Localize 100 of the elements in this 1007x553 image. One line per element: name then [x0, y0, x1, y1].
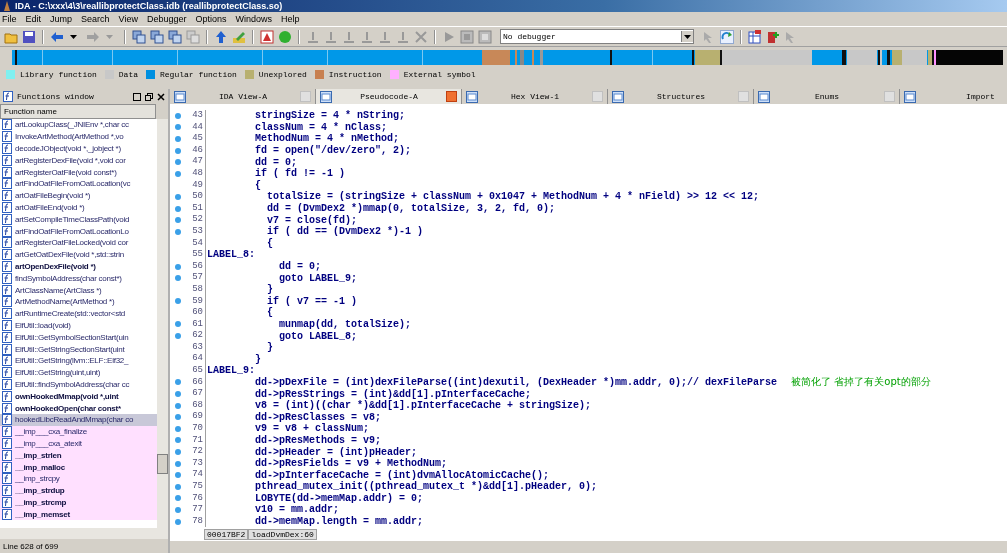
function-row[interactable]: __imp_malloc: [0, 461, 157, 473]
code-line: dd->pDexFile = (int)dexFileParse((int)dexutil, (DexHeader *)mm.addr, 0);// dexFileParse: [254, 376, 778, 388]
code-line: if ( v7 == -1 ): [266, 295, 358, 307]
function-row[interactable]: artOpenDexFile(void *): [0, 260, 157, 273]
function-row[interactable]: InvokeArtMethod(ArtMethod *,vo: [0, 130, 157, 143]
vertical-scrollbar[interactable]: [157, 119, 168, 528]
code-line: v9 = v8 + classNum;: [254, 423, 370, 435]
close-tab-button[interactable]: [446, 91, 457, 102]
menu-item[interactable]: Search: [81, 14, 110, 24]
function-row[interactable]: __imp_memset: [0, 508, 157, 521]
function-row[interactable]: artRegisterOatFile(void const*): [0, 166, 157, 178]
windows-icon[interactable]: [168, 29, 182, 44]
step-icon[interactable]: [324, 29, 338, 44]
function-row[interactable]: artOatFileEnd(void *): [0, 201, 157, 214]
function-row[interactable]: ArtMethodName(ArtMethod *): [0, 295, 157, 308]
function-name: artOatFileEnd(void *): [15, 202, 85, 212]
function-row[interactable]: ownHookedMmap(void *,uint: [0, 390, 157, 403]
function-row[interactable]: artRegisterOatFileLocked(void cor: [0, 236, 157, 249]
legend-label: Unexplored: [258, 70, 307, 79]
close-icon[interactable]: [157, 92, 165, 101]
close-tab-button[interactable]: [592, 91, 603, 102]
windows-icon[interactable]: [186, 29, 200, 44]
function-row[interactable]: ElfUtil::GetString(llvm::ELF::Elf32_: [0, 354, 157, 367]
function-name: artRegisterOatFile(void const*): [15, 167, 117, 177]
function-name: ownHookedMmap(void *,uint: [15, 391, 119, 401]
code-line: dd = 0;: [254, 156, 297, 168]
plus-icon[interactable]: [766, 29, 780, 44]
menu-item[interactable]: Windows: [235, 14, 272, 24]
function-row[interactable]: ElfUtil::load(void): [0, 319, 157, 332]
legend-label: Data: [118, 70, 138, 79]
function-name: findSymbolAddress(char const*): [15, 273, 122, 283]
window-title: IDA - C:\xxx\4\3\reallibprotectClass.idb (reallibprotectClass.so): [15, 1, 283, 11]
menu-item[interactable]: Edit: [25, 14, 42, 24]
windows-icon[interactable]: [132, 29, 146, 44]
function-name: __imp___cxa_atexit: [15, 438, 82, 448]
step-icon[interactable]: [306, 29, 320, 44]
column-header[interactable]: Function name: [0, 104, 156, 119]
navigation-band-drawing[interactable]: [12, 50, 1003, 65]
debugger-dropdown[interactable]: No debugger: [500, 29, 694, 44]
menu-item[interactable]: Jump: [50, 14, 73, 24]
function-row[interactable]: artSetCompileTimeClassPath(void: [0, 213, 157, 226]
tab[interactable]: Pseudocode-A: [316, 89, 462, 104]
menu-item[interactable]: View: [118, 14, 138, 24]
function-row[interactable]: artRegisterDexFile(void *,void cor: [0, 154, 157, 167]
line-number: 51: [187, 202, 206, 215]
function-row[interactable]: ElfUtil::GetString(uint,uint): [0, 366, 157, 379]
step-icon[interactable]: [378, 29, 392, 44]
play-icon[interactable]: [442, 29, 456, 44]
function-row[interactable]: artLookupClass(_JNIEnv *,char cc: [0, 119, 157, 131]
close-tab-button[interactable]: [884, 91, 895, 102]
function-row[interactable]: ownHookedOpen(char const*: [0, 402, 157, 414]
function-row[interactable]: __imp_strlen: [0, 449, 157, 462]
function-row[interactable]: ArtClassName(ArtClass *): [0, 284, 157, 296]
restore-icon[interactable]: [145, 92, 153, 101]
line-number: 67: [187, 388, 206, 400]
stop-icon[interactable]: [478, 29, 492, 44]
line-number: 65: [187, 365, 206, 377]
step-icon[interactable]: [360, 29, 374, 44]
close-tab-button[interactable]: [300, 91, 311, 102]
function-row[interactable]: hookedLibcReadAndMmap(char co: [0, 413, 157, 426]
function-icon: [2, 473, 12, 485]
close-tab-button[interactable]: [738, 91, 749, 102]
step-icon[interactable]: [396, 29, 410, 44]
table-icon[interactable]: [748, 29, 762, 44]
function-row[interactable]: artGetOatDexFile(void *,std::strin: [0, 248, 157, 261]
line-number: 63: [187, 341, 206, 354]
maximize-icon[interactable]: [133, 92, 141, 101]
step-icon[interactable]: [342, 29, 356, 44]
function-row[interactable]: artFindOatFileFromOatLocation(vc: [0, 178, 157, 190]
function-row[interactable]: ElfUtil::GetStringSectionStart(uint: [0, 343, 157, 355]
code-line: stringSize = 4 * nString;: [254, 110, 406, 122]
menu-item[interactable]: Debugger: [146, 14, 187, 24]
code-line: {: [266, 307, 273, 319]
line-number: 56: [187, 260, 206, 273]
function-name: hookedLibcReadAndMmap(char co: [15, 415, 134, 425]
function-row[interactable]: artFindOatFileFromOatLocationLo: [0, 225, 157, 237]
function-name: artGetOatDexFile(void *,std::strin: [15, 250, 124, 260]
horizontal-scrollbar[interactable]: [0, 528, 168, 539]
windows-icon[interactable]: [150, 29, 164, 44]
menu-item[interactable]: Help: [281, 14, 300, 24]
function-row[interactable]: ElfUtil::GetSymbolSectionStart(uin: [0, 331, 157, 344]
refresh-icon[interactable]: [720, 29, 734, 44]
code-line: dd->pResClasses = v8;: [254, 411, 382, 423]
menu-item[interactable]: File: [2, 14, 17, 24]
function-row[interactable]: artRuntimeCreate(std::vector<std: [0, 307, 157, 320]
menu-item[interactable]: Options: [195, 14, 227, 24]
code-line: dd->pResFields = v9 + MethodNum;: [254, 458, 448, 470]
line-number: 46: [187, 144, 206, 157]
code-line: }: [266, 342, 273, 354]
line-number: 53: [187, 225, 206, 238]
function-row[interactable]: artOatFileBegin(void *): [0, 189, 157, 202]
function-row[interactable]: ElfUtil::findSymbolAddress(char cc: [0, 378, 157, 391]
function-row[interactable]: findSymbolAddress(char const*): [0, 272, 157, 285]
up-arrow-icon[interactable]: [214, 29, 228, 44]
line-number: 68: [187, 399, 206, 412]
legend-label: External symbol: [403, 70, 476, 79]
function-row[interactable]: decodeJObject(void *,_jobject *): [0, 142, 157, 155]
save-icon[interactable]: [22, 29, 36, 44]
pencil-icon[interactable]: [232, 29, 246, 44]
line-number: 64: [187, 353, 206, 366]
